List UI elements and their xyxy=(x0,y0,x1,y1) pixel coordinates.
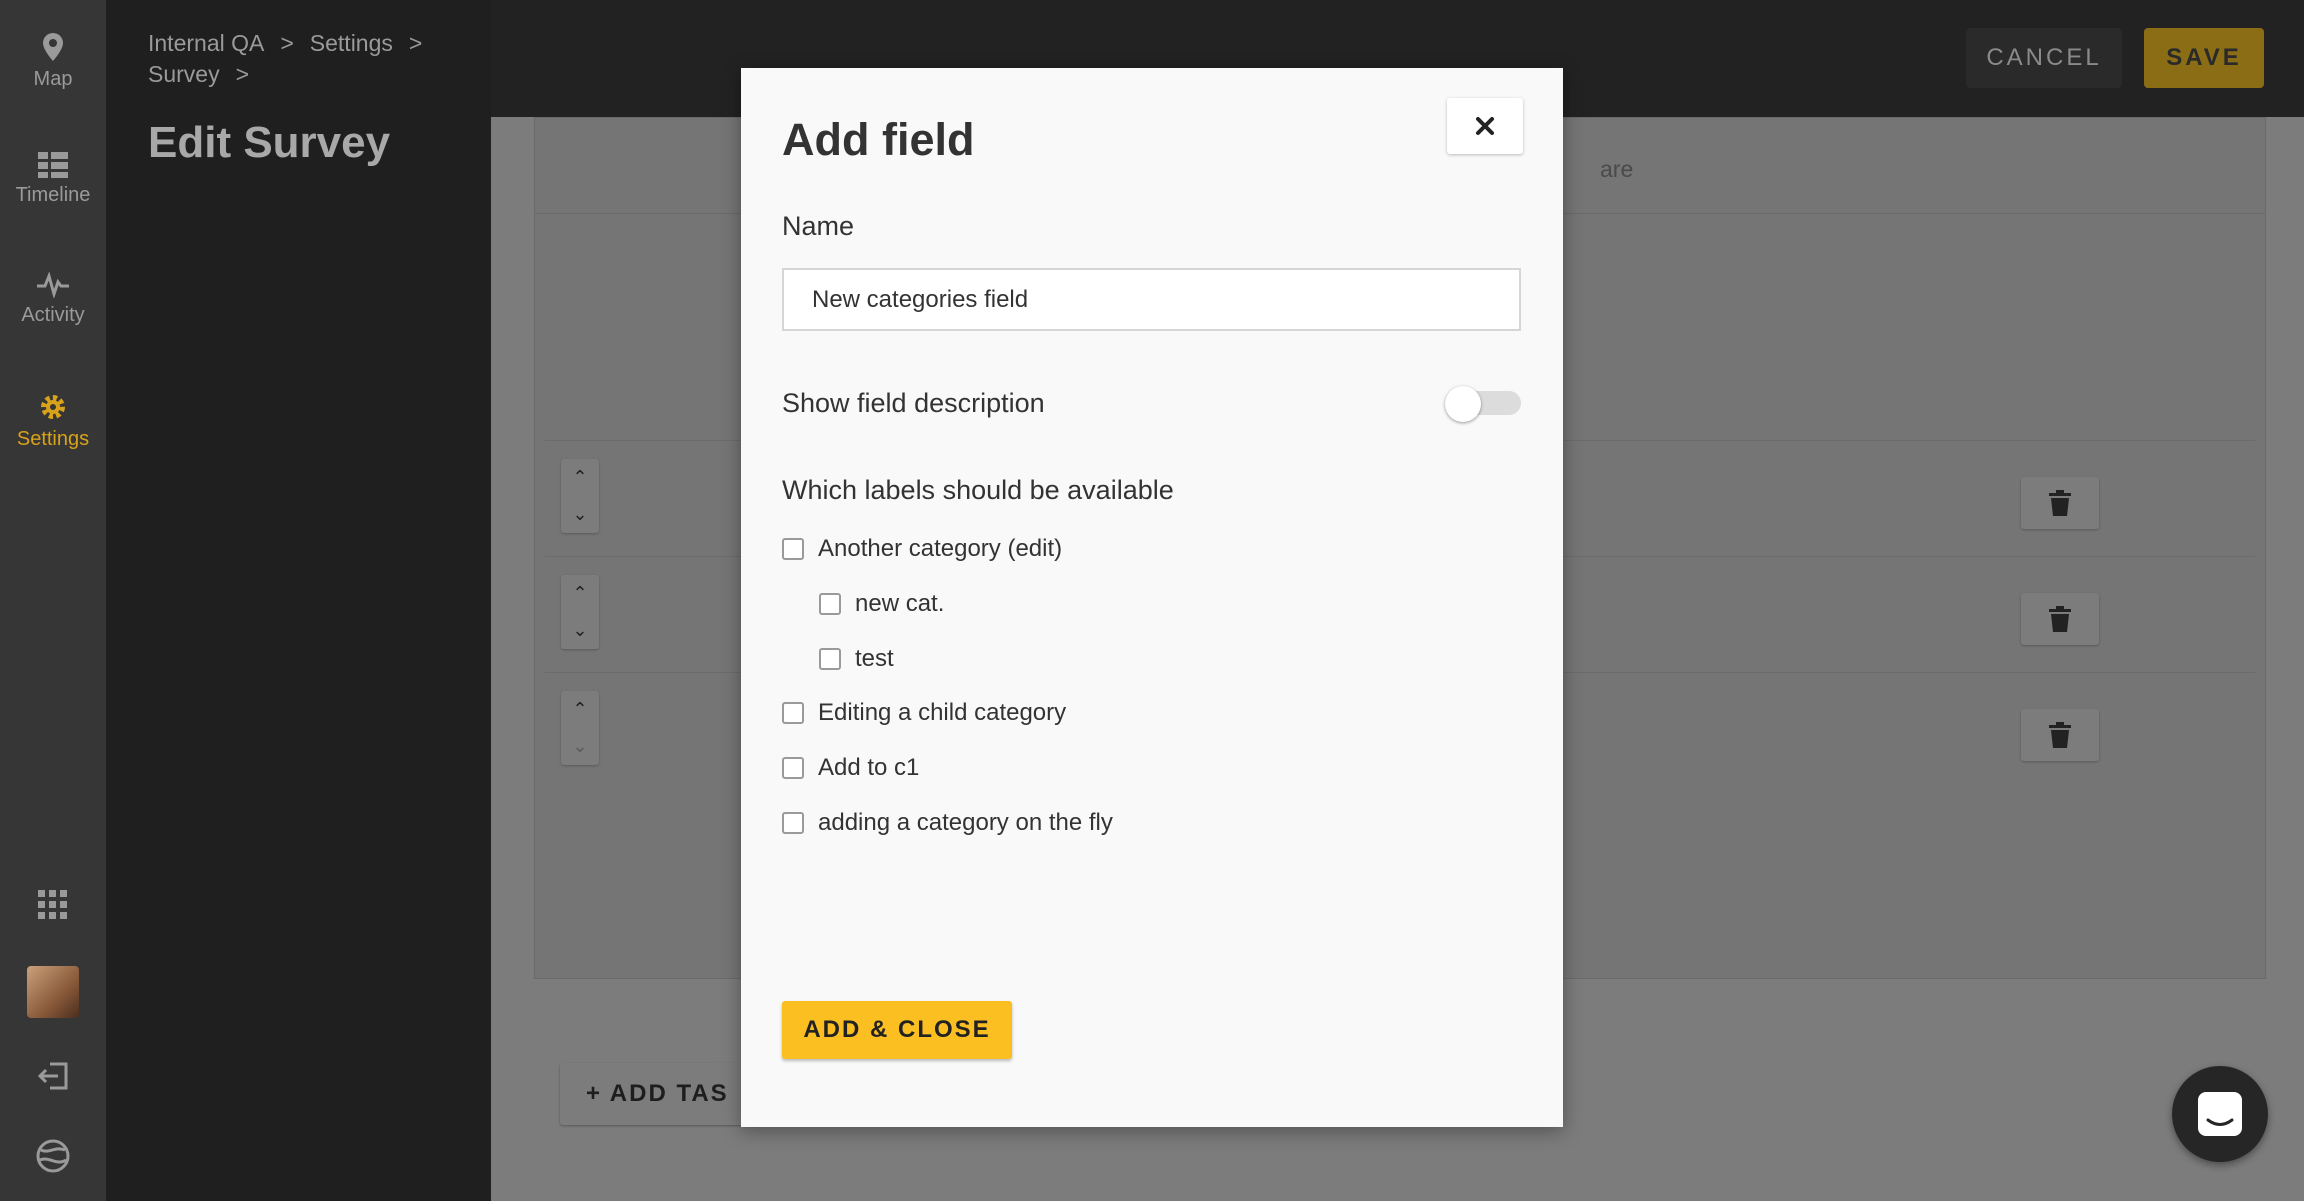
map-pin-icon xyxy=(43,33,63,61)
nav-map-label: Map xyxy=(33,68,73,90)
name-input[interactable] xyxy=(782,268,1521,331)
category-label: Add to c1 xyxy=(818,754,920,781)
breadcrumb-internal-qa[interactable]: Internal QA xyxy=(148,30,264,56)
category-checkbox[interactable] xyxy=(782,812,804,834)
header-partial-text: are xyxy=(1600,156,1634,182)
category-label: Editing a child category xyxy=(818,699,1067,726)
delete-field-button[interactable] xyxy=(2021,709,2099,761)
close-icon xyxy=(1476,117,1494,135)
category-label: adding a category on the fly xyxy=(818,809,1113,836)
move-down-icon: ⌄ xyxy=(572,736,588,756)
chat-icon xyxy=(2198,1092,2242,1136)
logout-button[interactable] xyxy=(0,1062,106,1090)
plus-icon: + xyxy=(586,1080,610,1107)
add-field-modal: Add field Name Show field description Wh… xyxy=(741,68,1563,1127)
trash-icon xyxy=(2049,722,2071,748)
category-label: new cat. xyxy=(855,590,945,617)
modal-title: Add field xyxy=(782,114,975,165)
category-label: test xyxy=(855,645,894,672)
category-option[interactable]: new cat. xyxy=(819,590,944,618)
labels-heading: Which labels should be available xyxy=(782,475,1174,505)
category-checkbox[interactable] xyxy=(782,757,804,779)
logout-icon xyxy=(38,1062,68,1090)
show-description-label: Show field description xyxy=(782,388,1045,418)
delete-field-button[interactable] xyxy=(2021,477,2099,529)
timeline-icon xyxy=(38,152,68,178)
nav-settings-label: Settings xyxy=(16,428,90,450)
category-option[interactable]: Another category (edit) xyxy=(782,535,1062,563)
reorder-arrows[interactable]: ⌃ ⌄ xyxy=(561,459,599,533)
user-menu-button[interactable] xyxy=(0,966,106,1018)
icon-rail: Map Timeline Activity Settings xyxy=(0,0,106,1201)
chat-launcher-button[interactable] xyxy=(2172,1066,2268,1162)
close-modal-button[interactable] xyxy=(1447,98,1523,154)
grid-icon xyxy=(38,890,67,919)
activity-icon xyxy=(37,272,69,298)
page-title: Edit Survey xyxy=(148,118,391,167)
move-up-icon[interactable]: ⌃ xyxy=(561,459,599,496)
category-checkbox[interactable] xyxy=(819,593,841,615)
category-option[interactable]: Add to c1 xyxy=(782,754,919,782)
add-task-button[interactable]: + ADD TAS xyxy=(560,1063,760,1125)
add-and-close-button[interactable]: ADD & CLOSE xyxy=(782,1001,1012,1059)
move-down-icon[interactable]: ⌄ xyxy=(561,496,599,533)
category-option[interactable]: adding a category on the fly xyxy=(782,809,1113,837)
add-task-label: ADD TAS xyxy=(609,1080,729,1107)
nav-settings[interactable]: Settings xyxy=(0,392,106,451)
nav-activity[interactable]: Activity xyxy=(0,272,106,327)
delete-field-button[interactable] xyxy=(2021,593,2099,645)
breadcrumb-settings[interactable]: Settings xyxy=(310,30,393,56)
globe-icon xyxy=(36,1139,70,1173)
category-checkbox[interactable] xyxy=(782,538,804,560)
move-down-icon[interactable]: ⌄ xyxy=(561,612,599,649)
breadcrumb-separator: > xyxy=(280,30,294,56)
move-up-icon[interactable]: ⌃ xyxy=(561,691,599,728)
category-label: Another category (edit) xyxy=(818,535,1063,562)
show-description-toggle[interactable] xyxy=(1445,386,1523,422)
globe-button[interactable] xyxy=(0,1138,106,1174)
breadcrumb-separator: > xyxy=(235,61,250,87)
breadcrumb: Internal QA > Settings > Survey > xyxy=(148,28,438,90)
category-option[interactable]: Editing a child category xyxy=(782,699,1066,727)
category-checkbox[interactable] xyxy=(782,702,804,724)
nav-activity-label: Activity xyxy=(21,304,85,326)
nav-timeline[interactable]: Timeline xyxy=(0,152,106,207)
category-checkbox[interactable] xyxy=(819,648,841,670)
avatar xyxy=(27,966,79,1018)
gear-icon xyxy=(41,395,65,419)
reorder-arrows[interactable]: ⌃ ⌄ xyxy=(561,691,599,765)
settings-sidebar: Internal QA > Settings > Survey > Edit Surve… xyxy=(106,0,491,1201)
category-option[interactable]: test xyxy=(819,645,894,673)
reorder-arrows[interactable]: ⌃ ⌄ xyxy=(561,575,599,649)
cancel-button[interactable]: CANCEL xyxy=(1966,28,2122,88)
toggle-knob xyxy=(1445,386,1481,422)
trash-icon xyxy=(2049,606,2071,632)
nav-timeline-label: Timeline xyxy=(15,184,91,206)
breadcrumb-separator: > xyxy=(408,30,423,56)
breadcrumb-survey[interactable]: Survey xyxy=(148,61,220,87)
save-button[interactable]: SAVE xyxy=(2144,28,2264,88)
move-up-icon[interactable]: ⌃ xyxy=(561,575,599,612)
apps-button[interactable] xyxy=(0,890,106,920)
name-label: Name xyxy=(782,211,855,241)
nav-map[interactable]: Map xyxy=(0,32,106,91)
trash-icon xyxy=(2049,490,2071,516)
